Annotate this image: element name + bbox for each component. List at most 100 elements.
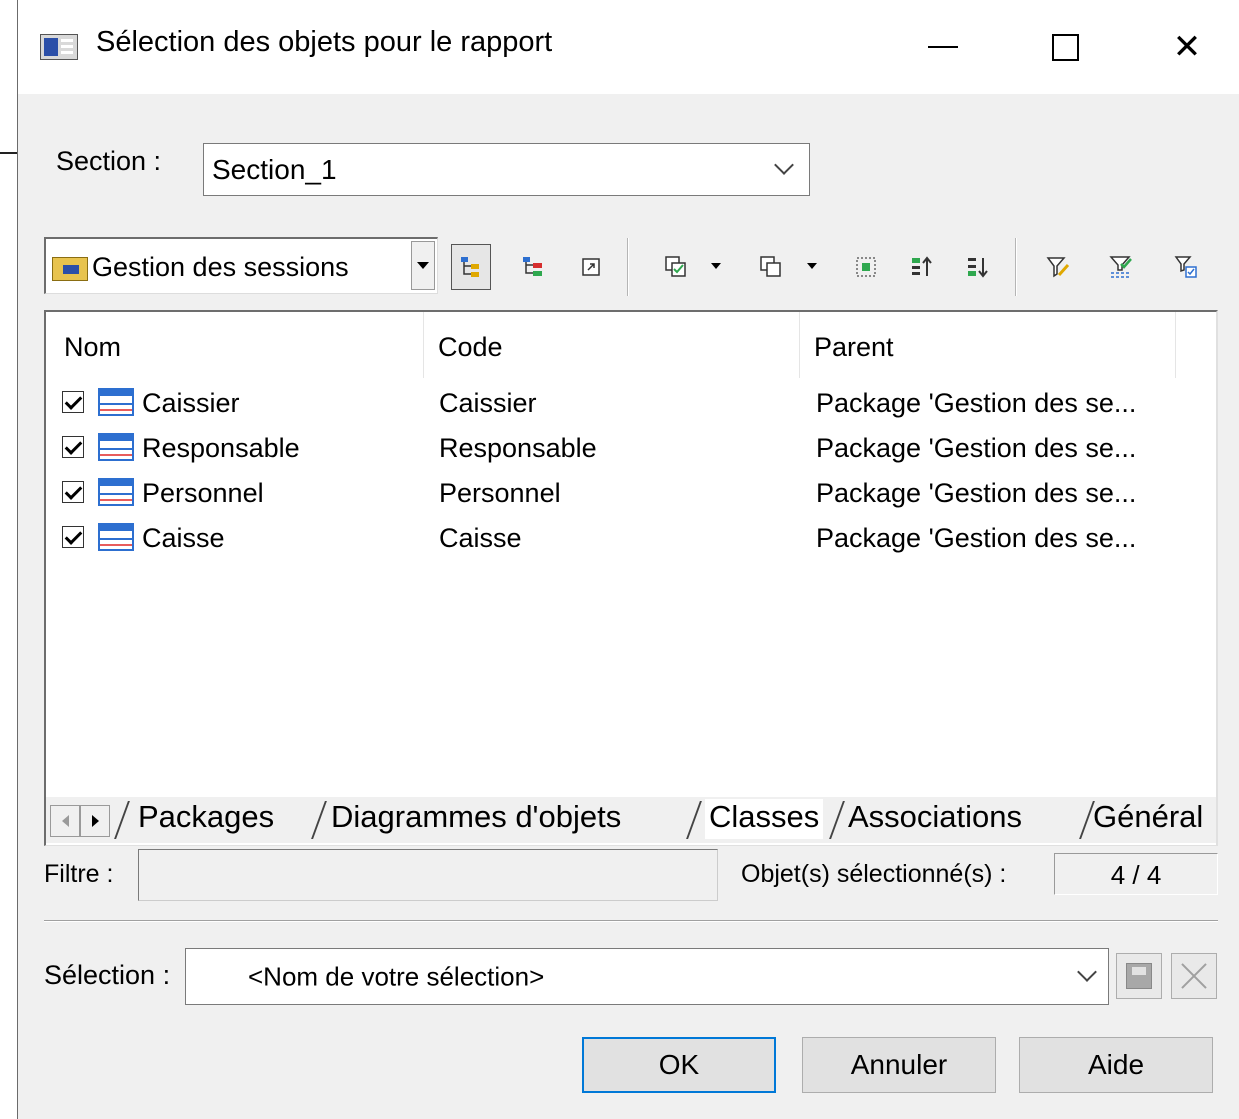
row-checkbox[interactable] xyxy=(62,526,84,548)
hierarchy-icon xyxy=(461,257,479,277)
row-name: Responsable xyxy=(142,433,300,463)
row-name: Personnel xyxy=(142,478,264,508)
filter-define-icon xyxy=(1046,257,1070,278)
table-row[interactable]: Caissier Caissier Package 'Gestion des s… xyxy=(46,382,1186,427)
row-checkbox[interactable] xyxy=(62,436,84,458)
selected-count-label: Objet(s) sélectionné(s) : xyxy=(741,860,1007,888)
object-type-tabs: Packages Diagrammes d'objets Classes Ass… xyxy=(46,797,1216,843)
deselect-all-button[interactable] xyxy=(751,244,791,290)
select-visible-icon xyxy=(856,257,876,277)
toolbar-separator xyxy=(627,238,629,296)
filter-selected-icon xyxy=(1109,256,1132,278)
column-header-nom[interactable]: Nom xyxy=(46,312,424,378)
tab-general[interactable]: Général xyxy=(1093,799,1203,839)
deselect-menu-arrow-icon[interactable] xyxy=(807,263,817,269)
row-parent: Package 'Gestion des se... xyxy=(816,433,1137,463)
row-checkbox[interactable] xyxy=(62,391,84,413)
deselect-icon xyxy=(760,256,781,277)
tab-scroll-right-button[interactable] xyxy=(80,805,110,837)
move-up-icon xyxy=(912,256,932,276)
maximize-button[interactable] xyxy=(1020,14,1110,80)
move-down-icon xyxy=(968,258,988,278)
tab-edge xyxy=(311,801,327,839)
class-icon xyxy=(98,478,134,506)
window-title: Sélection des objets pour le rapport xyxy=(96,26,553,58)
column-header-parent[interactable]: Parent xyxy=(800,312,1176,378)
row-name: Caissier xyxy=(142,388,240,418)
tab-edge xyxy=(114,801,130,839)
ok-button[interactable]: OK xyxy=(582,1037,776,1093)
class-icon xyxy=(98,388,134,416)
arrow-left-icon xyxy=(61,815,69,827)
app-window-icon xyxy=(40,34,78,60)
row-code: Caisse xyxy=(439,523,522,553)
column-header-code[interactable]: Code xyxy=(424,312,800,378)
tab-associations[interactable]: Associations xyxy=(848,799,1022,839)
filter-field xyxy=(138,849,718,901)
row-name: Caisse xyxy=(142,523,225,553)
cancel-button[interactable]: Annuler xyxy=(802,1037,996,1093)
row-code: Responsable xyxy=(439,433,597,463)
package-dropdown[interactable]: Gestion des sessions xyxy=(44,237,438,294)
class-icon xyxy=(98,433,134,461)
row-code: Personnel xyxy=(439,478,561,508)
table-row[interactable]: Caisse Caisse Package 'Gestion des se... xyxy=(46,517,1186,562)
delete-selection-button[interactable] xyxy=(1171,953,1217,999)
row-parent: Package 'Gestion des se... xyxy=(816,523,1137,553)
maximize-icon xyxy=(1051,33,1079,61)
help-button[interactable]: Aide xyxy=(1019,1037,1213,1093)
objects-list[interactable]: Nom Code Parent Caissier Caissier Packag… xyxy=(44,310,1218,846)
move-up-button[interactable] xyxy=(902,244,942,290)
chevron-down-icon xyxy=(1077,962,1097,982)
background-connector-line xyxy=(0,152,17,154)
save-selection-button[interactable] xyxy=(1116,953,1162,999)
select-all-menu-arrow-icon[interactable] xyxy=(711,263,721,269)
dropdown-arrow-button[interactable] xyxy=(411,241,435,290)
tab-classes[interactable]: Classes xyxy=(705,799,824,839)
package-folder-icon xyxy=(52,257,88,281)
move-down-button[interactable] xyxy=(958,244,998,290)
selection-name-combo[interactable]: <Nom de votre sélection> xyxy=(185,948,1109,1005)
select-all-icon xyxy=(665,256,686,277)
row-checkbox[interactable] xyxy=(62,481,84,503)
selection-label: Sélection : xyxy=(44,960,171,990)
close-button[interactable]: ✕ xyxy=(1142,14,1232,80)
table-row[interactable]: Personnel Personnel Package 'Gestion des… xyxy=(46,472,1186,517)
selection-placeholder: <Nom de votre sélection> xyxy=(248,961,545,991)
select-all-button[interactable] xyxy=(656,244,696,290)
filter-apply-icon xyxy=(1174,256,1197,278)
class-icon xyxy=(98,523,134,551)
tab-diagrammes-objets[interactable]: Diagrammes d'objets xyxy=(331,799,621,839)
save-icon xyxy=(1126,963,1152,989)
tab-edge xyxy=(829,801,845,839)
minimize-button[interactable] xyxy=(898,14,988,80)
row-code: Caissier xyxy=(439,388,537,418)
close-icon: ✕ xyxy=(1172,27,1202,67)
minimize-icon xyxy=(928,46,958,48)
select-visible-button[interactable] xyxy=(846,244,886,290)
section-value: Section_1 xyxy=(212,153,337,185)
row-parent: Package 'Gestion des se... xyxy=(816,478,1137,508)
include-shortcuts-button[interactable] xyxy=(571,244,611,290)
chevron-down-icon xyxy=(774,155,794,175)
tab-edge xyxy=(686,801,702,839)
filter-label: Filtre : xyxy=(44,860,114,888)
section-dropdown[interactable]: Section_1 xyxy=(203,143,810,196)
filter-selected-button[interactable] xyxy=(1101,244,1141,290)
row-parent: Package 'Gestion des se... xyxy=(816,388,1137,418)
delete-icon xyxy=(1179,961,1209,991)
include-subpackages-button[interactable] xyxy=(513,244,553,290)
table-row[interactable]: Responsable Responsable Package 'Gestion… xyxy=(46,427,1186,472)
dialog-window: Sélection des objets pour le rapport ✕ S… xyxy=(17,0,1239,1119)
define-filter-button[interactable] xyxy=(1038,244,1078,290)
shortcut-icon xyxy=(582,258,600,276)
subpackage-icon xyxy=(523,257,542,276)
tab-scroll-left-button[interactable] xyxy=(50,805,80,837)
tab-packages[interactable]: Packages xyxy=(138,799,274,839)
apply-filter-button[interactable] xyxy=(1166,244,1206,290)
arrow-right-icon xyxy=(91,815,99,827)
title-bar: Sélection des objets pour le rapport ✕ xyxy=(18,0,1239,94)
section-label: Section : xyxy=(56,146,162,176)
hierarchy-toggle-button[interactable] xyxy=(451,244,491,290)
toolbar-separator xyxy=(1015,238,1017,296)
